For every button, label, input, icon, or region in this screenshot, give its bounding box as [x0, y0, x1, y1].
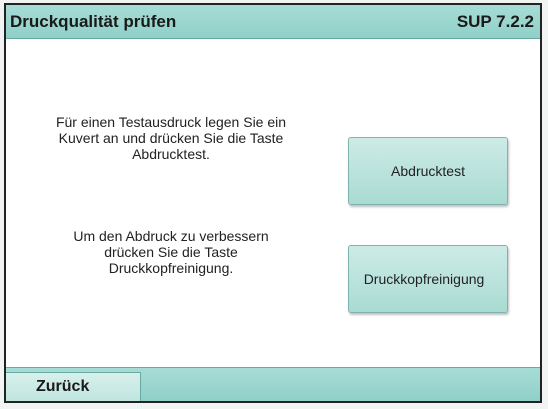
device-frame: Druckqualität prüfen SUP 7.2.2 Für einen… — [0, 0, 548, 409]
version-label: SUP 7.2.2 — [456, 12, 534, 31]
cleaning-instruction: Um den Abdruck zu verbessern drücken Sie… — [73, 228, 269, 276]
back-button[interactable]: Zurück — [6, 372, 141, 401]
title-bar: Druckqualität prüfen SUP 7.2.2 — [6, 5, 540, 39]
main-content: Für einen Testausdruck legen Sie ein Kuv… — [6, 39, 540, 367]
print-test-instruction: Für einen Testausdruck legen Sie ein Kuv… — [55, 114, 287, 162]
print-test-button[interactable]: Abdrucktest — [348, 137, 508, 205]
printhead-cleaning-button-label: Druckkopfreinigung — [363, 271, 485, 287]
display-screen: Druckqualität prüfen SUP 7.2.2 Für einen… — [4, 3, 542, 403]
bottom-bar: Zurück — [6, 367, 540, 401]
page-title: Druckqualität prüfen — [10, 12, 177, 31]
print-test-button-label: Abdrucktest — [391, 163, 465, 179]
printhead-cleaning-button[interactable]: Druckkopfreinigung — [348, 245, 508, 313]
